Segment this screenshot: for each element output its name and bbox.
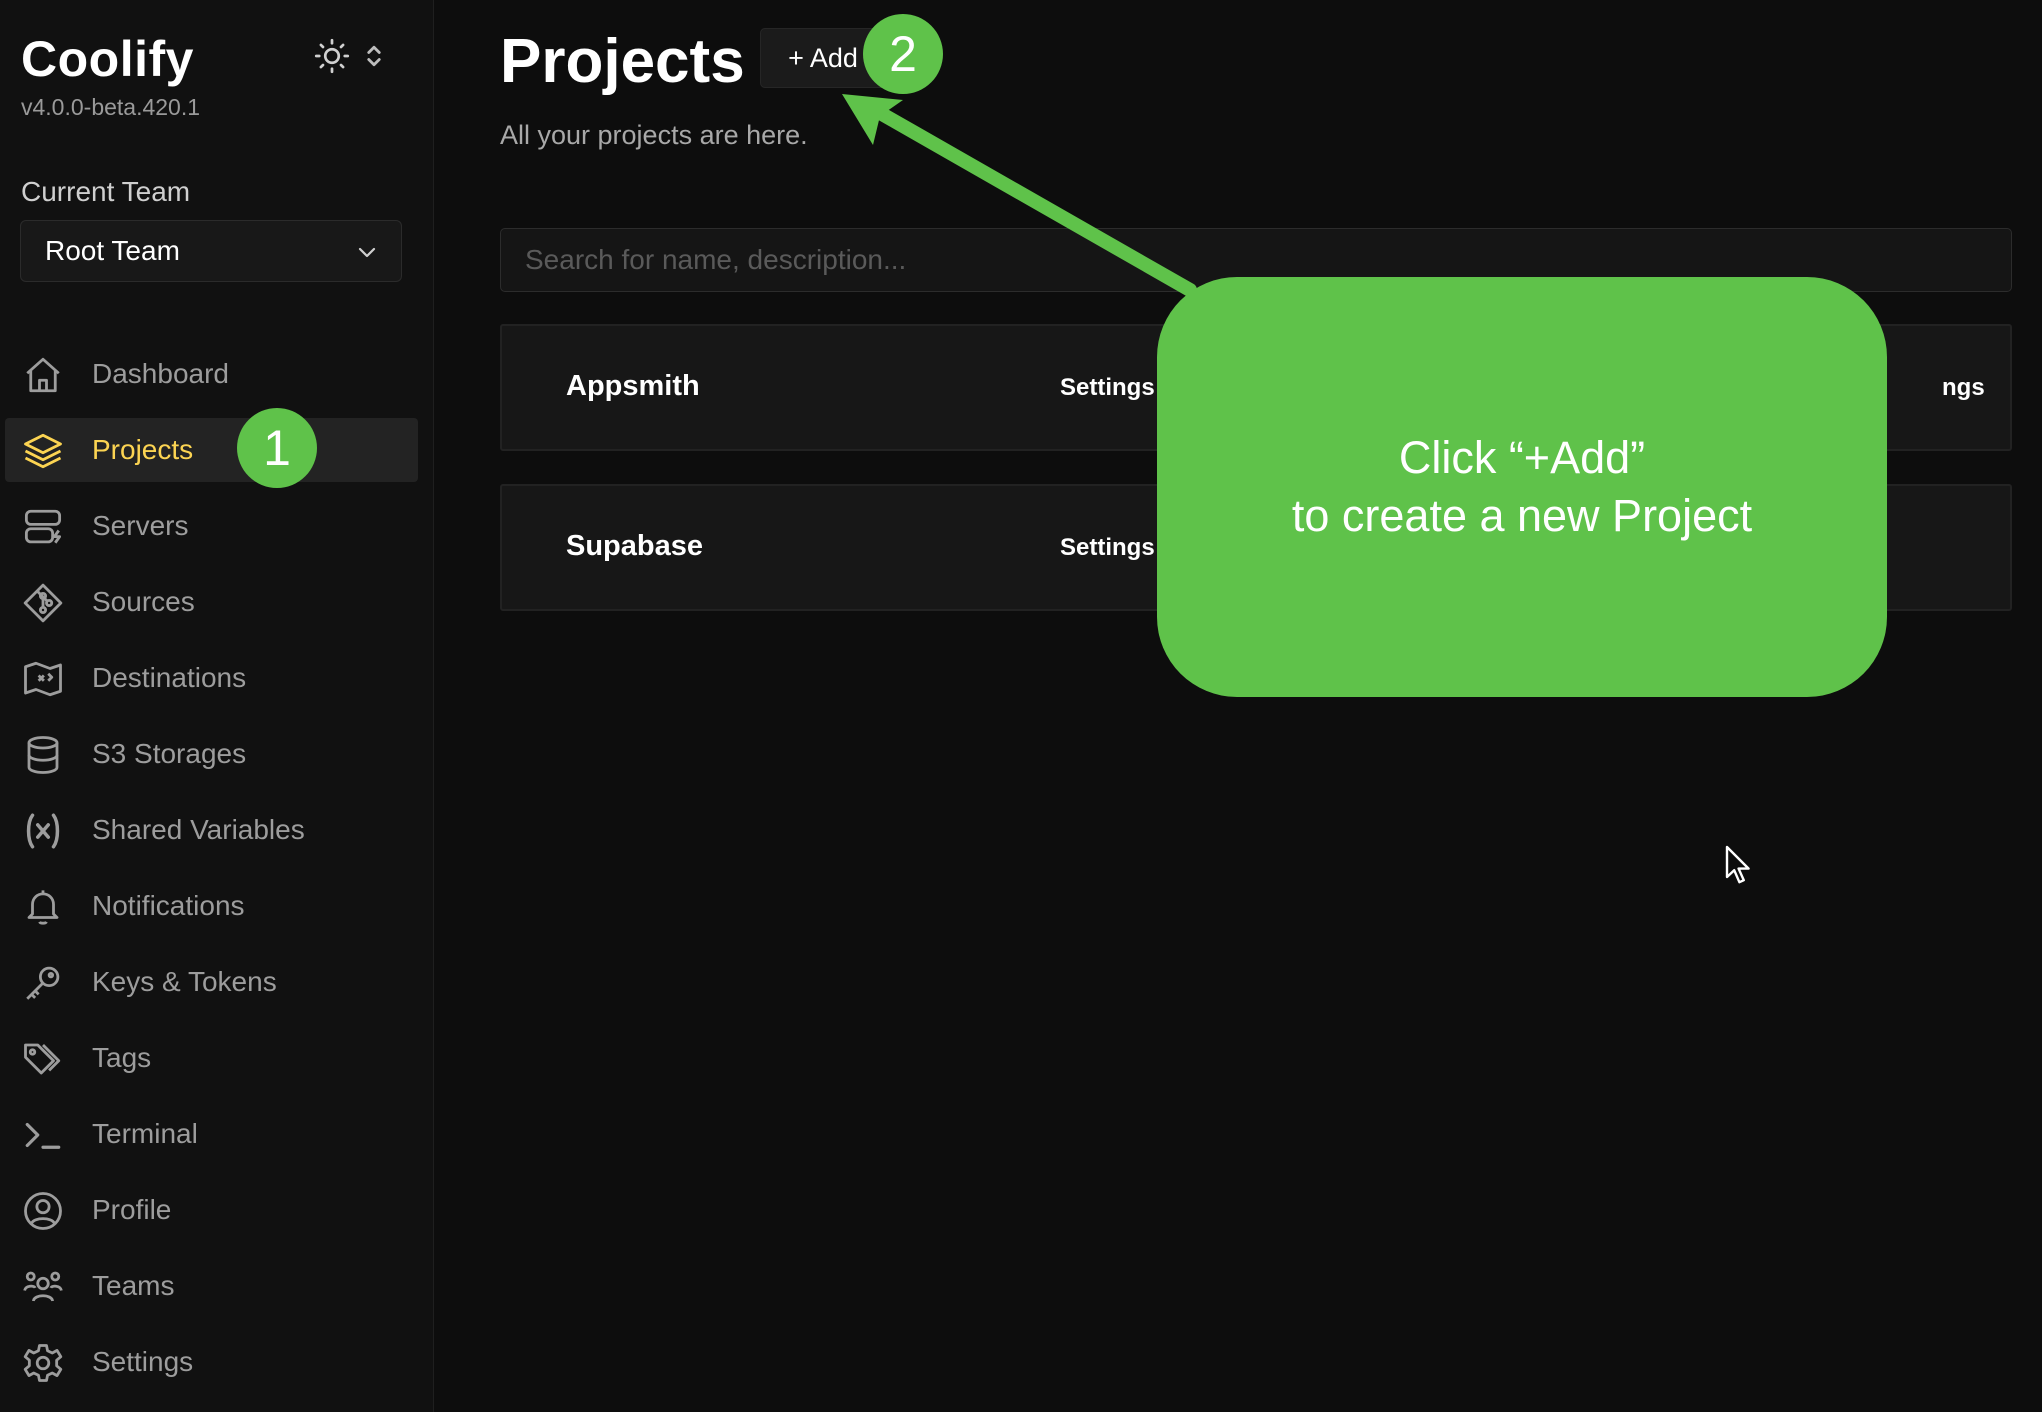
instruction-callout: Click “+Add” to create a new Project [1157, 277, 1887, 697]
team-select[interactable]: Root Team [20, 220, 402, 282]
step-badge-2: 2 [863, 14, 943, 94]
project-settings-link[interactable]: Settings [1060, 534, 1155, 562]
sidebar: Coolify v4.0.0-beta.420.1 Current Team R… [0, 0, 434, 1412]
callout-line-1: Click “+Add” [1398, 432, 1646, 483]
version-label: v4.0.0-beta.420.1 [21, 94, 201, 120]
sidebar-item-label: Keys & Tokens [92, 966, 277, 997]
user-circle-icon [22, 1190, 64, 1232]
current-team-label: Current Team [21, 176, 191, 207]
git-icon [22, 582, 64, 624]
sidebar-item-label: Destinations [92, 662, 247, 693]
project-settings-link[interactable]: Settings [1060, 374, 1155, 402]
sidebar-item-tags[interactable]: Tags [5, 1026, 418, 1090]
sidebar-item-settings[interactable]: Settings [5, 1330, 418, 1394]
sidebar-item-projects[interactable]: Projects [5, 418, 418, 482]
sidebar-item-notifications[interactable]: Notifications [5, 874, 418, 938]
sidebar-item-teams[interactable]: Teams [5, 1254, 418, 1318]
sidebar-item-label: Servers [92, 510, 189, 541]
sidebar-item-label: Profile [92, 1194, 172, 1225]
team-select-value: Root Team [45, 235, 180, 266]
sidebar-item-destinations[interactable]: Destinations [5, 646, 418, 710]
server-icon [22, 506, 64, 548]
sidebar-item-label: Tags [92, 1042, 152, 1073]
chevron-down-icon [355, 239, 379, 271]
layers-icon [22, 430, 64, 472]
sidebar-item-dashboard[interactable]: Dashboard [5, 342, 418, 406]
database-icon [22, 734, 64, 776]
terminal-icon [22, 1114, 64, 1156]
sidebar-item-label: S3 Storages [92, 738, 247, 769]
sidebar-item-label: Shared Variables [92, 814, 305, 845]
map-icon [22, 658, 64, 700]
project-settings-link-partial[interactable]: ngs [1942, 374, 1985, 402]
home-icon [22, 354, 64, 396]
key-icon [22, 962, 64, 1004]
sidebar-item-s3-storages[interactable]: S3 Storages [5, 722, 418, 786]
project-name: Appsmith [566, 370, 700, 402]
page-title: Projects [500, 27, 745, 96]
sidebar-item-keys-tokens[interactable]: Keys & Tokens [5, 950, 418, 1014]
project-name: Supabase [566, 530, 703, 562]
sun-icon [314, 38, 350, 79]
variable-icon [22, 810, 64, 852]
callout-line-2: to create a new Project [1291, 490, 1753, 541]
sidebar-item-label: Settings [92, 1346, 194, 1377]
sidebar-item-sources[interactable]: Sources [5, 570, 418, 634]
sidebar-item-shared-variables[interactable]: Shared Variables [5, 798, 418, 862]
sidebar-item-label: Dashboard [92, 358, 229, 389]
sidebar-item-terminal[interactable]: Terminal [5, 1102, 418, 1166]
sidebar-item-profile[interactable]: Profile [5, 1178, 418, 1242]
sidebar-item-label: Sources [92, 586, 195, 617]
tag-icon [22, 1038, 64, 1080]
bell-icon [22, 886, 64, 928]
brand-logo[interactable]: Coolify [21, 30, 194, 88]
sidebar-item-servers[interactable]: Servers [5, 494, 418, 558]
chevron-up-down-icon [364, 42, 384, 75]
gear-icon [22, 1342, 64, 1384]
sidebar-item-label: Notifications [92, 890, 245, 921]
step-badge-1: 1 [237, 408, 317, 488]
mouse-cursor-icon [1725, 845, 1753, 890]
sidebar-item-label: Terminal [92, 1118, 198, 1149]
sidebar-item-label: Teams [92, 1270, 175, 1301]
users-icon [22, 1266, 64, 1308]
page-subtitle: All your projects are here. [500, 120, 808, 150]
main-content: Projects + Add All your projects are her… [434, 0, 2042, 1412]
sidebar-nav: Dashboard Projects Servers Sources Desti… [5, 342, 418, 1406]
theme-toggle[interactable] [314, 38, 406, 78]
sidebar-item-label: Projects [92, 434, 194, 465]
